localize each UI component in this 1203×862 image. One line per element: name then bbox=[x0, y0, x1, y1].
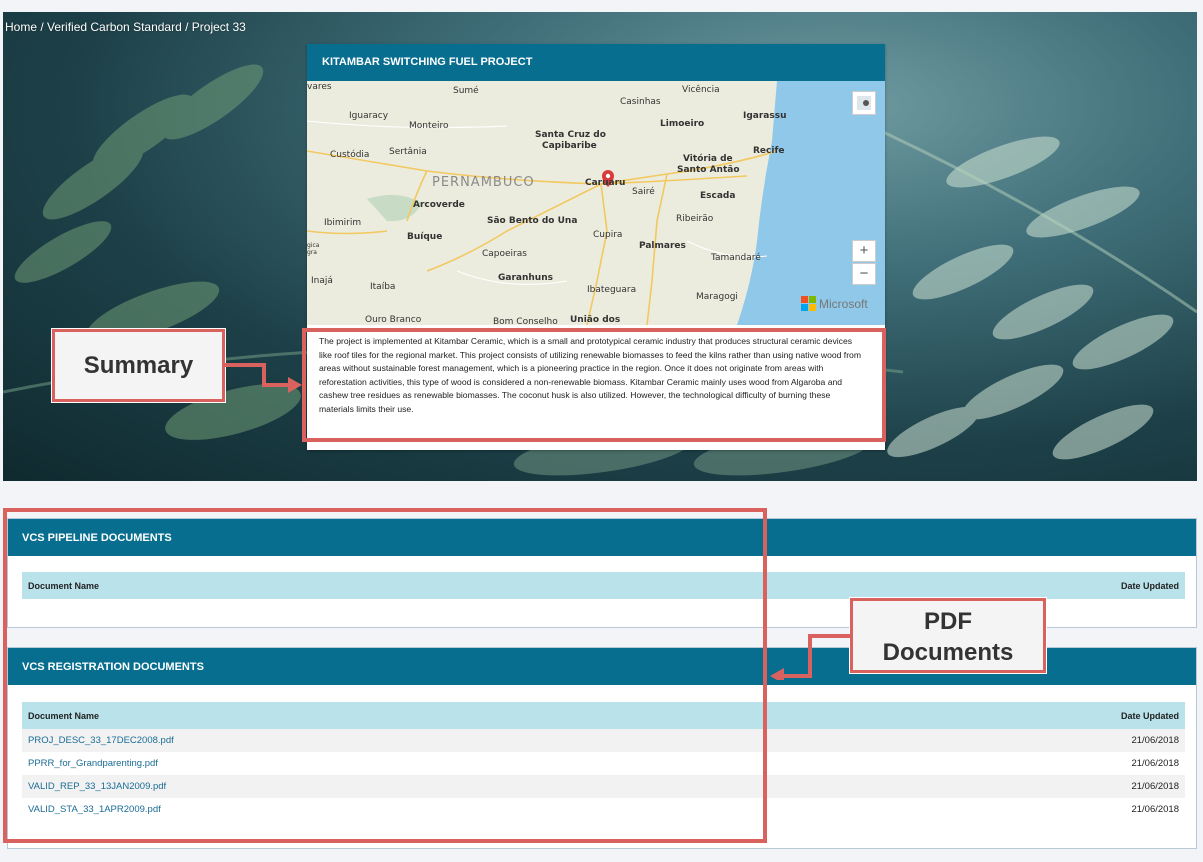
date-cell: 21/06/2018 bbox=[1131, 758, 1179, 769]
map-label: vares bbox=[307, 82, 332, 92]
pdf-documents-highlight-box bbox=[3, 508, 767, 843]
zoom-in-button[interactable]: + bbox=[852, 240, 876, 262]
map-label: Vicência bbox=[682, 85, 720, 95]
map-label: Buíque bbox=[407, 232, 443, 242]
summary-arrow-icon bbox=[225, 363, 302, 393]
map-label: Recife bbox=[753, 146, 785, 156]
map-label: Ibateguara bbox=[587, 285, 637, 295]
map-label: Casinhas bbox=[620, 97, 661, 107]
pdf-documents-callout: PDF Documents bbox=[850, 598, 1046, 673]
map-label: Vitória de bbox=[683, 154, 733, 164]
attribution-text: Microsoft bbox=[819, 296, 868, 311]
map-label: Maragogi bbox=[696, 292, 738, 302]
map-label: Santo Antão bbox=[677, 165, 740, 175]
map-label: União dos bbox=[570, 315, 621, 325]
map-attribution: Microsoft bbox=[801, 296, 868, 311]
summary-highlight-box bbox=[302, 328, 886, 442]
date-cell: 21/06/2018 bbox=[1131, 804, 1179, 815]
map-label: São Bento do Una bbox=[487, 216, 578, 226]
map-label: Monteiro bbox=[409, 121, 449, 131]
page: Home / Verified Carbon Standard / Projec… bbox=[0, 0, 1203, 862]
map-label: Bom Conselho bbox=[493, 317, 558, 325]
map-label: Sumé bbox=[453, 86, 479, 96]
map-label: Palmares bbox=[639, 241, 686, 251]
map-label: Cupira bbox=[593, 230, 623, 240]
map-label: Ribeirão bbox=[676, 214, 714, 224]
map-label: Iguaracy bbox=[349, 111, 389, 121]
callout-line-1: PDF bbox=[924, 608, 972, 635]
map-label: Arcoverde bbox=[413, 200, 465, 210]
map-label: Custódia bbox=[330, 150, 370, 160]
breadcrumb[interactable]: Home / Verified Carbon Standard / Projec… bbox=[5, 20, 246, 34]
map-label: Capoeiras bbox=[482, 249, 527, 259]
column-header-date-updated[interactable]: Date Updated bbox=[827, 702, 1185, 729]
layers-icon bbox=[857, 96, 871, 110]
microsoft-logo-icon bbox=[801, 296, 816, 311]
map-layers-button[interactable] bbox=[852, 91, 876, 115]
callout-line-2: Documents bbox=[882, 639, 1014, 666]
map-label: Sairé bbox=[632, 187, 655, 197]
map-label: Caruaru bbox=[585, 178, 626, 188]
project-map[interactable]: vares Sumé Vicência Casinhas Iguaracy Mo… bbox=[307, 81, 885, 325]
map-label: gica bbox=[307, 242, 320, 249]
map-label: Capibaribe bbox=[542, 141, 597, 151]
map-label: Itaíba bbox=[370, 282, 396, 292]
project-title: KITAMBAR SWITCHING FUEL PROJECT bbox=[307, 44, 885, 81]
map-label: Santa Cruz do bbox=[535, 130, 606, 140]
summary-callout: Summary bbox=[52, 329, 225, 402]
map-label: Sertânia bbox=[389, 147, 427, 157]
map-label: Tamandaré bbox=[711, 253, 761, 263]
map-label: Escada bbox=[700, 191, 736, 201]
map-label: gra bbox=[307, 249, 317, 256]
date-cell: 21/06/2018 bbox=[827, 729, 1185, 752]
date-cell: 21/06/2018 bbox=[827, 775, 1185, 798]
map-label: Ibimirim bbox=[324, 218, 362, 228]
pdf-arrow-icon bbox=[770, 634, 850, 680]
map-label: Garanhuns bbox=[498, 273, 553, 283]
map-label: Ouro Branco bbox=[365, 315, 422, 325]
map-label: Inajá bbox=[311, 276, 333, 286]
map-region-label: PERNAMBUCO bbox=[432, 175, 535, 190]
map-label: Limoeiro bbox=[660, 119, 705, 129]
zoom-out-button[interactable]: − bbox=[852, 263, 876, 285]
map-label: Igarassu bbox=[743, 111, 787, 121]
